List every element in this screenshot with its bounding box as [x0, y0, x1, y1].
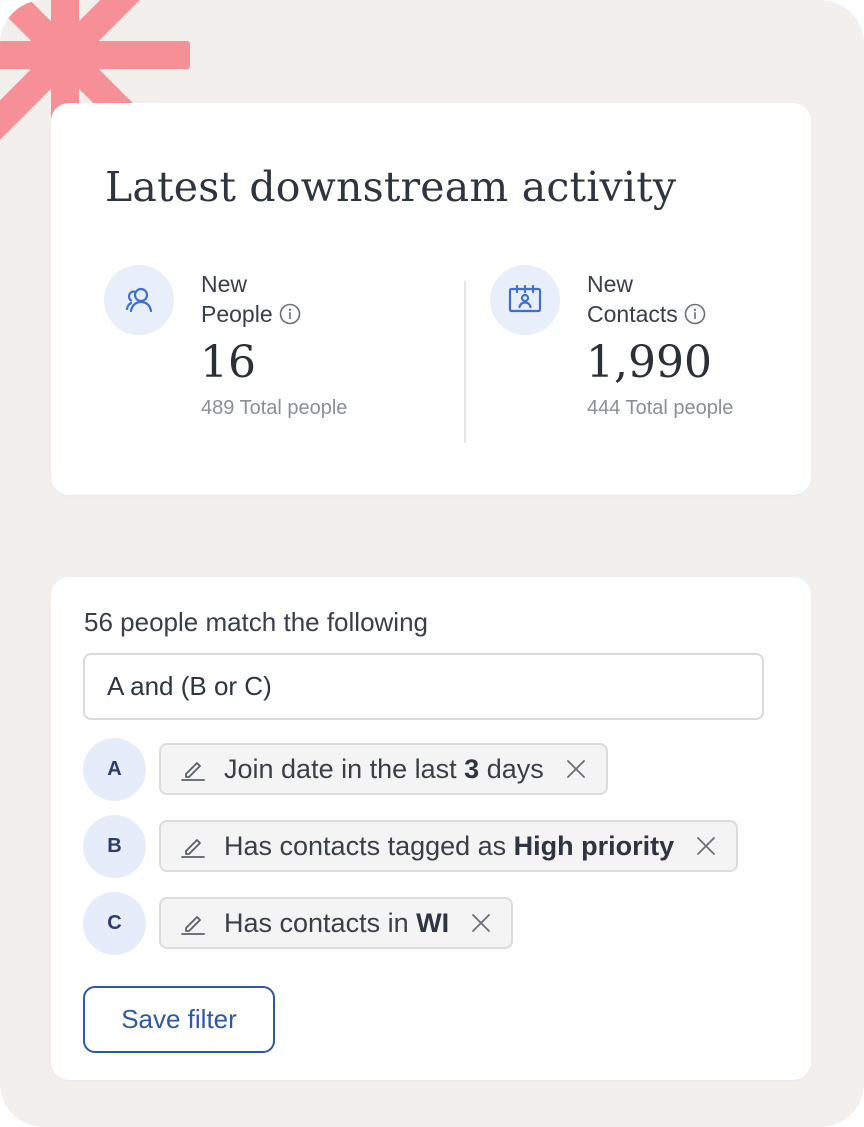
new-contacts-value: 1,990: [586, 337, 712, 388]
new-contacts-stat: New Contacts 1,990 444 Total people: [490, 265, 790, 425]
new-people-label: New People: [201, 269, 301, 329]
match-count-text: 56 people match the following: [84, 607, 429, 637]
new-contacts-label: New Contacts: [587, 269, 706, 329]
total-people-text: 489 Total people: [201, 397, 348, 419]
condition-suffix: days: [479, 753, 544, 784]
filter-card: 56 people match the following A Join dat…: [51, 577, 811, 1080]
stat-divider: [464, 281, 466, 443]
contact-card-icon: [490, 265, 560, 335]
pencil-icon[interactable]: [179, 832, 207, 860]
condition-highlight: 3: [464, 753, 480, 784]
new-people-stat: New People 16 489 Total people: [104, 265, 404, 425]
app-frame: Latest downstream activity New People 16…: [0, 0, 864, 1127]
condition-chip[interactable]: Join date in the last 3 days: [159, 743, 608, 795]
condition-letter: B: [83, 815, 146, 878]
save-filter-button[interactable]: Save filter: [83, 986, 275, 1053]
condition-highlight: WI: [416, 907, 450, 938]
info-icon[interactable]: [684, 303, 706, 325]
pencil-icon[interactable]: [179, 755, 207, 783]
condition-highlight: High priority: [513, 830, 675, 861]
new-people-label-line2: People: [201, 301, 273, 327]
condition-prefix: Join date in the last: [224, 753, 465, 784]
total-contacts-text: 444 Total people: [587, 397, 734, 419]
new-people-label-line1: New: [201, 271, 248, 297]
close-icon[interactable]: [694, 834, 718, 858]
new-people-value: 16: [200, 337, 256, 388]
close-icon[interactable]: [469, 911, 493, 935]
close-icon[interactable]: [564, 757, 588, 781]
info-icon[interactable]: [279, 303, 301, 325]
new-contacts-label-line2: Contacts: [587, 301, 678, 327]
condition-prefix: Has contacts in: [224, 907, 417, 938]
new-contacts-label-line1: New: [587, 271, 634, 297]
condition-letter: A: [83, 738, 146, 801]
condition-chip[interactable]: Has contacts tagged as High priority: [159, 820, 739, 872]
condition-letter: C: [83, 892, 146, 955]
pencil-icon[interactable]: [179, 909, 207, 937]
condition-prefix: Has contacts tagged as: [224, 830, 514, 861]
condition-chip[interactable]: Has contacts in WI: [159, 897, 514, 949]
people-icon: [104, 265, 174, 335]
activity-card: Latest downstream activity New People 16…: [51, 103, 811, 495]
activity-title: Latest downstream activity: [105, 163, 677, 211]
filter-expression-input[interactable]: [83, 653, 764, 720]
